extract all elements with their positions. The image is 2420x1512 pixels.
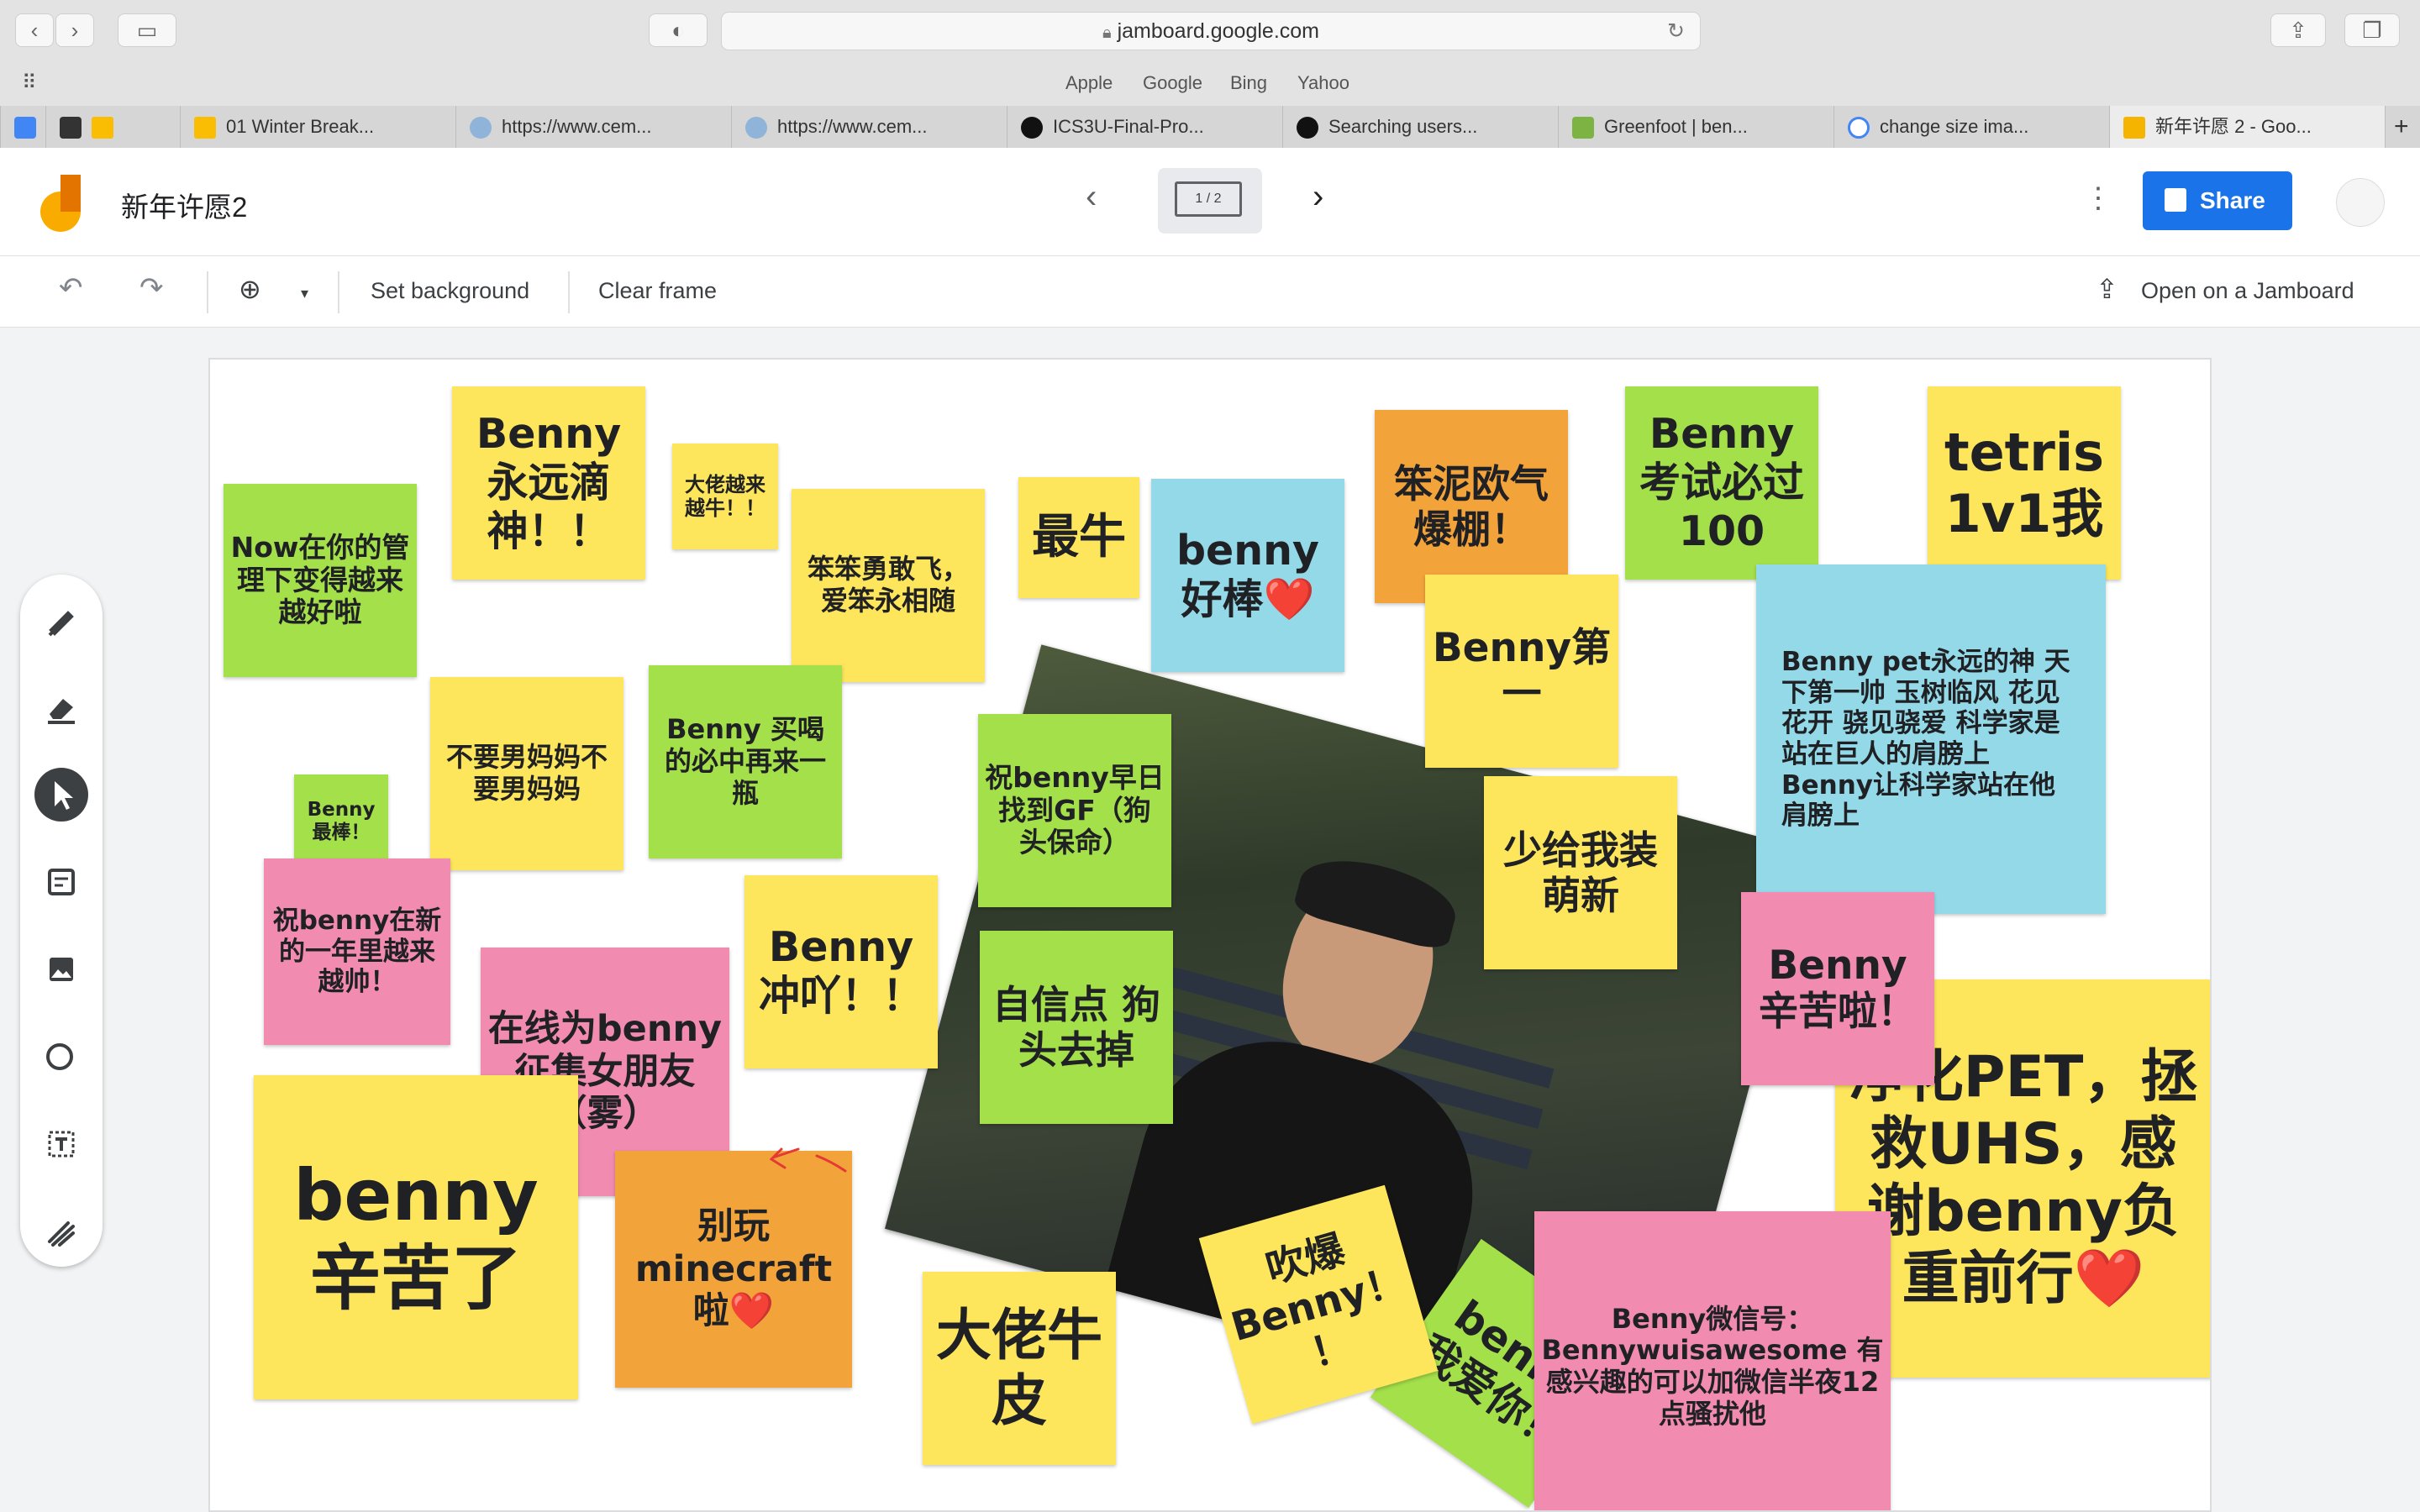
pinned-tab-contacts[interactable] xyxy=(45,106,180,148)
jamboard-icon xyxy=(2123,117,2145,139)
sidebar-icon[interactable]: ▭ xyxy=(118,13,176,47)
image-icon[interactable] xyxy=(34,942,88,996)
sticky-note[interactable]: Benny pet永远的神 天下第一帅 玉树临风 花见花开 骁见骁爱 科学家是站… xyxy=(1756,564,2106,914)
favorite-yahoo[interactable]: Yahoo xyxy=(1297,72,1349,94)
circle-icon[interactable] xyxy=(34,1030,88,1084)
open-jamboard-icon[interactable]: ⇪ xyxy=(2096,273,2118,305)
sticky-note[interactable]: Benny最棒！ xyxy=(294,774,388,869)
eraser-icon[interactable] xyxy=(34,680,88,734)
drive-icon xyxy=(194,117,216,139)
back-icon[interactable]: ‹ xyxy=(15,13,54,47)
next-frame-icon[interactable]: › xyxy=(1313,178,1323,216)
github-icon xyxy=(1021,117,1043,139)
sticky-note[interactable]: benny辛苦了 xyxy=(254,1075,578,1399)
frame-selector[interactable]: 1 / 2 xyxy=(1158,168,1262,234)
shield-icon[interactable]: ◐ xyxy=(649,13,708,47)
tab-greenfoot[interactable]: Greenfoot | ben... xyxy=(1558,106,1833,148)
pen-icon[interactable] xyxy=(34,593,88,647)
sticky-note[interactable]: 祝benny在新的一年里越来越帅！ xyxy=(264,858,450,1045)
sticky-note[interactable]: 笨笨勇敢飞，爱笨永相随 xyxy=(792,489,985,682)
tool-rail xyxy=(20,575,103,1267)
zoom-icon[interactable]: ⊕ xyxy=(239,273,261,305)
pinned-tab-translate[interactable] xyxy=(0,106,45,148)
tab-bar: 01 Winter Break... https://www.cem... ht… xyxy=(0,106,2420,149)
grid-icon[interactable]: ⠿ xyxy=(22,71,37,95)
tab-cemc-1[interactable]: https://www.cem... xyxy=(455,106,731,148)
tab-github-search[interactable]: Searching users... xyxy=(1282,106,1558,148)
note-text: 别玩minecraft啦❤️ xyxy=(634,1205,833,1333)
lock-icon: 🔒︎ xyxy=(1102,24,1112,42)
favorite-bing[interactable]: Bing xyxy=(1230,72,1267,94)
jam-canvas[interactable]: Now在你的管理下变得越来越好啦 Benny 永远滴神！！ 大佬越来越牛！！ 笨… xyxy=(208,358,2212,1512)
sticky-note[interactable]: Benny 辛苦啦！ xyxy=(1741,892,1934,1085)
redo-icon[interactable]: ↷ xyxy=(139,271,164,305)
sticky-note[interactable]: 少给我装萌新 xyxy=(1484,776,1677,969)
app-header: 新年许愿2 ‹ 1 / 2 › ⋮ Share xyxy=(0,148,2420,256)
frame-counter: 1 / 2 xyxy=(1175,181,1242,217)
chevron-down-icon[interactable]: ▾ xyxy=(301,285,308,302)
sticky-note[interactable]: Benny 买喝的必中再来一瓶 xyxy=(649,665,842,858)
sticky-note[interactable]: Benny微信号：Bennywuisawesome 有感兴趣的可以加微信半夜12… xyxy=(1534,1211,1891,1510)
greenfoot-icon xyxy=(1572,117,1594,139)
sticky-note[interactable]: benny好棒❤️ xyxy=(1151,479,1344,672)
select-icon[interactable] xyxy=(34,768,88,822)
clear-frame-button[interactable]: Clear frame xyxy=(598,278,717,304)
jamboard-logo-icon xyxy=(40,175,81,232)
sticky-note[interactable]: Benny 冲吖！！ xyxy=(744,875,938,1068)
sticky-note[interactable]: Benny第一 xyxy=(1425,575,1618,768)
cemc-icon xyxy=(470,117,492,139)
favorite-google[interactable]: Google xyxy=(1143,72,1202,94)
url-text: jamboard.google.com xyxy=(1117,19,1319,43)
sticky-note[interactable]: Benny 永远滴神！！ xyxy=(452,386,645,580)
sticky-note[interactable]: Now在你的管理下变得越来越好啦 xyxy=(224,484,417,677)
laser-icon[interactable] xyxy=(34,1205,88,1258)
sticky-note[interactable]: 大佬越来越牛！！ xyxy=(672,444,778,549)
tab-google-search[interactable]: change size ima... xyxy=(1833,106,2109,148)
sticky-note[interactable]: 不要男妈妈不要男妈妈 xyxy=(430,677,623,870)
url-bar[interactable]: 🔒︎ jamboard.google.com ↻ xyxy=(721,12,1701,50)
page-title[interactable]: 新年许愿2 xyxy=(121,185,247,225)
sticky-note[interactable]: 最牛 xyxy=(1018,477,1139,598)
contacts-icon xyxy=(60,117,82,139)
tab-cemc-2[interactable]: https://www.cem... xyxy=(731,106,1007,148)
drive-icon xyxy=(92,117,113,139)
share-icon[interactable]: ⇪ xyxy=(2270,13,2326,47)
share-button[interactable]: Share xyxy=(2143,171,2292,230)
sticky-note[interactable]: 大佬牛皮 xyxy=(923,1272,1116,1465)
forward-icon[interactable]: › xyxy=(55,13,94,47)
set-background-button[interactable]: Set background xyxy=(371,278,529,304)
tabs-icon[interactable]: ❐ xyxy=(2344,13,2400,47)
tab-winter-break[interactable]: 01 Winter Break... xyxy=(180,106,455,148)
avatar[interactable] xyxy=(2336,178,2385,227)
prev-frame-icon[interactable]: ‹ xyxy=(1086,178,1097,216)
more-icon[interactable]: ⋮ xyxy=(2084,181,2112,215)
frame-toolbar: ↶ ↷ ⊕ ▾ Set background Clear frame ⇪ Ope… xyxy=(0,256,2420,328)
note-text: benny好棒❤️ xyxy=(1176,527,1320,623)
tab-github-ics3u[interactable]: ICS3U-Final-Pro... xyxy=(1007,106,1282,148)
share-doc-icon xyxy=(2165,188,2186,212)
reload-icon[interactable]: ↻ xyxy=(1667,13,1685,50)
open-on-jamboard-button[interactable]: Open on a Jamboard xyxy=(2141,278,2354,304)
cemc-icon xyxy=(745,117,767,139)
tab-jamboard[interactable]: 新年许愿 2 - Goo... xyxy=(2109,106,2385,148)
github-icon xyxy=(1297,117,1318,139)
new-tab-button[interactable]: + xyxy=(2385,106,2420,148)
browser-toolbar: ‹ › ▭ ◐ 🔒︎ jamboard.google.com ↻ ⇪ ❐ xyxy=(0,0,2420,63)
sticky-note[interactable]: Benny 考试必过100 xyxy=(1625,386,1818,580)
favorites-bar: ⠿ Apple Google Bing Yahoo xyxy=(0,62,2420,107)
sticky-note[interactable]: 自信点 狗头去掉 xyxy=(980,931,1173,1124)
sticky-note[interactable]: 祝benny早日找到GF（狗头保命） xyxy=(978,714,1171,907)
sticky-note-icon[interactable] xyxy=(34,855,88,909)
favorite-apple[interactable]: Apple xyxy=(1065,72,1113,94)
translate-icon xyxy=(14,117,36,139)
textbox-icon[interactable] xyxy=(34,1117,88,1171)
undo-icon[interactable]: ↶ xyxy=(59,271,83,305)
google-icon xyxy=(1848,117,1870,139)
sticky-note[interactable]: tetris 1v1我 xyxy=(1928,386,2121,580)
ink-stroke[interactable] xyxy=(765,1132,865,1191)
